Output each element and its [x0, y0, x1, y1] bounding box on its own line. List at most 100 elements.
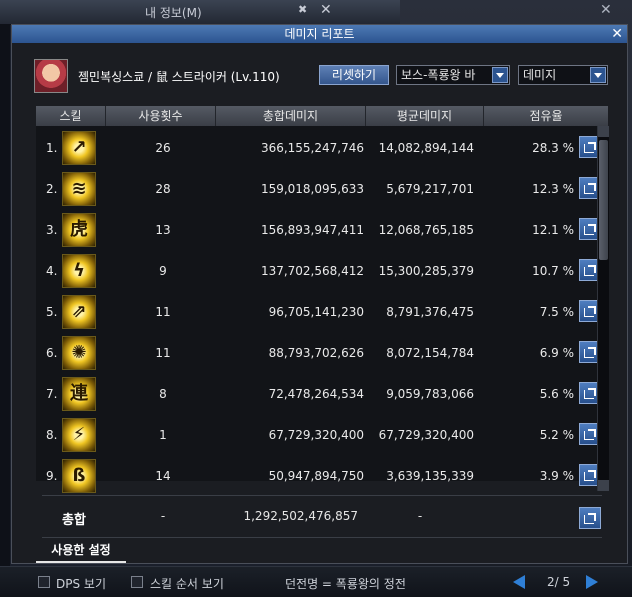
row-avg-damage: 9,059,783,066 [386, 387, 474, 401]
row-total-damage: 72,478,264,534 [268, 387, 364, 401]
row-avg-damage: 3,639,135,339 [386, 469, 474, 483]
table-row: 1. ↗ 26 366,155,247,746 14,082,894,144 28.3 % [36, 127, 608, 168]
row-uses: 1 [159, 428, 167, 442]
table-row: 9. ß 14 50,947,894,750 3,639,135,339 3.9 % [36, 455, 608, 496]
row-total-damage: 67,729,320,400 [268, 428, 364, 442]
summary-uses: - [160, 509, 166, 523]
next-page-icon[interactable] [586, 575, 598, 589]
row-total-damage: 156,893,947,411 [260, 223, 364, 237]
row-rank: 9. [46, 469, 58, 483]
background-right-close-icon[interactable]: ✕ [600, 2, 612, 18]
table-row: 3. 虎 13 156,893,947,411 12,068,765,185 12.1 % [36, 209, 608, 250]
skill-icon[interactable]: ↗ [62, 131, 96, 165]
tab-used-settings[interactable]: 사용한 설정 [36, 539, 126, 563]
dialog-close-icon[interactable]: ✕ [611, 25, 623, 43]
row-total-damage: 96,705,141,230 [268, 305, 364, 319]
row-uses: 9 [159, 264, 167, 278]
row-rank: 1. [46, 141, 58, 155]
skill-icon[interactable]: ß [62, 459, 96, 493]
row-share: 10.7 % [532, 264, 574, 278]
row-share: 5.6 % [539, 387, 574, 401]
row-uses: 26 [155, 141, 171, 155]
header-avg-damage: 평균데미지 [366, 106, 484, 126]
skill-icon[interactable]: 連 [62, 377, 96, 411]
scroll-up-arrow[interactable] [598, 126, 609, 137]
table-row: 2. ≋ 28 159,018,095,633 5,679,217,701 12.3 % [36, 168, 608, 209]
row-rank: 8. [46, 428, 58, 442]
row-total-damage: 88,793,702,626 [268, 346, 364, 360]
row-avg-damage: 15,300,285,379 [378, 264, 474, 278]
boss-select[interactable]: 보스-폭룡왕 바 [396, 65, 510, 85]
background-left-panel [0, 24, 10, 596]
row-total-damage: 366,155,247,746 [260, 141, 364, 155]
table-header: 스킬 사용횟수 총합데미지 평균데미지 점유율 [36, 106, 608, 126]
row-rank: 3. [46, 223, 58, 237]
damage-report-dialog: 데미지 리포트 ✕ 젬민복싱스쿄 / 鼠 스트라이커 (Lv.110) 리셋하기… [11, 24, 628, 564]
metric-select[interactable]: 데미지 [518, 65, 608, 85]
skill-icon[interactable]: ϟ [62, 254, 96, 288]
row-rank: 2. [46, 182, 58, 196]
table-row: 6. ✺ 11 88,793,702,626 8,072,154,784 6.9 % [36, 332, 608, 373]
row-share: 12.1 % [532, 223, 574, 237]
scroll-thumb[interactable] [599, 140, 608, 260]
metric-select-value: 데미지 [523, 68, 557, 82]
row-total-damage: 159,018,095,633 [260, 182, 364, 196]
skill-order-label: 스킬 순서 보기 [150, 577, 224, 591]
row-uses: 28 [155, 182, 171, 196]
summary-row: 총합 - 1,292,502,476,857 - [36, 503, 608, 533]
row-rank: 7. [46, 387, 58, 401]
background-window-title: 내 정보(M) [145, 6, 202, 20]
character-name: 젬민복싱스쿄 / 鼠 스트라이커 (Lv.110) [78, 70, 280, 84]
row-uses: 11 [155, 305, 171, 319]
summary-share-button[interactable] [579, 507, 601, 529]
table-row: 5. ⇗ 11 96,705,141,230 8,791,376,475 7.5 % [36, 291, 608, 332]
skill-order-checkbox[interactable] [131, 576, 143, 588]
row-avg-damage: 12,068,765,185 [378, 223, 474, 237]
row-share: 12.3 % [532, 182, 574, 196]
row-avg-damage: 14,082,894,144 [378, 141, 474, 155]
skill-icon[interactable]: ✺ [62, 336, 96, 370]
character-avatar [34, 59, 68, 93]
table-row: 8. ⚡ 1 67,729,320,400 67,729,320,400 5.2 % [36, 414, 608, 455]
row-avg-damage: 67,729,320,400 [378, 428, 474, 442]
header-share: 점유율 [529, 109, 563, 123]
row-avg-damage: 5,679,217,701 [386, 182, 474, 196]
summary-divider [42, 495, 602, 496]
skill-icon[interactable]: ⚡ [62, 418, 96, 452]
skill-icon[interactable]: ≋ [62, 172, 96, 206]
skill-icon[interactable]: ⇗ [62, 295, 96, 329]
summary-label: 총합 [62, 513, 86, 528]
row-rank: 5. [46, 305, 58, 319]
scroll-down-arrow[interactable] [598, 480, 609, 491]
dps-view-label: DPS 보기 [56, 577, 106, 591]
skill-icon[interactable]: 虎 [62, 213, 96, 247]
row-share: 3.9 % [539, 469, 574, 483]
background-close-icon[interactable]: ✕ [320, 2, 332, 18]
row-uses: 11 [155, 346, 171, 360]
row-uses: 8 [159, 387, 167, 401]
prev-page-icon[interactable] [513, 575, 525, 589]
dialog-titlebar[interactable]: 데미지 리포트 ✕ [12, 25, 627, 43]
dialog-title: 데미지 리포트 [284, 27, 355, 41]
row-share: 7.5 % [539, 305, 574, 319]
pin-icon[interactable]: ✖ [298, 3, 307, 16]
table-row: 4. ϟ 9 137,702,568,412 15,300,285,379 10.7 % [36, 250, 608, 291]
dps-view-checkbox[interactable] [38, 576, 50, 588]
summary-avg-damage: - [417, 509, 423, 523]
row-rank: 4. [46, 264, 58, 278]
chevron-down-icon[interactable] [590, 67, 606, 83]
header-uses: 사용횟수 [106, 106, 216, 126]
skill-damage-table: 스킬 사용횟수 총합데미지 평균데미지 점유율 1. ↗ 26 366,155,247… [36, 106, 608, 493]
row-total-damage: 137,702,568,412 [260, 264, 364, 278]
reset-button[interactable]: 리셋하기 [319, 65, 389, 85]
header-skill: 스킬 [36, 106, 106, 126]
row-avg-damage: 8,072,154,784 [386, 346, 474, 360]
row-uses: 13 [155, 223, 171, 237]
row-rank: 6. [46, 346, 58, 360]
row-share: 5.2 % [539, 428, 574, 442]
chevron-down-icon[interactable] [492, 67, 508, 83]
row-share: 6.9 % [539, 346, 574, 360]
boss-select-value: 보스-폭룡왕 바 [401, 68, 476, 82]
table-scrollbar[interactable] [597, 126, 609, 491]
table-row: 7. 連 8 72,478,264,534 9,059,783,066 5.6 % [36, 373, 608, 414]
